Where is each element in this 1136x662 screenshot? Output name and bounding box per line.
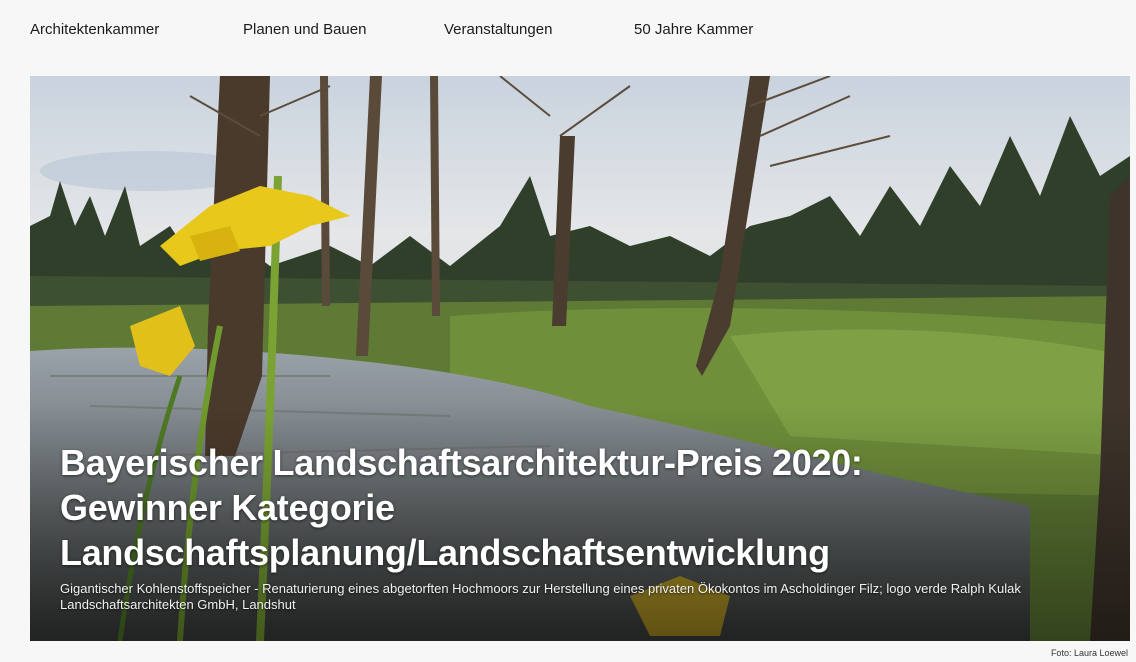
hero-text-block: Bayerischer Landschaftsarchitektur-Preis… <box>60 440 1120 613</box>
page: Architektenkammer Planen und Bauen Veran… <box>0 0 1136 662</box>
top-navigation: Architektenkammer Planen und Bauen Veran… <box>0 0 1136 62</box>
photo-credit: Foto: Laura Loewel <box>1050 648 1128 658</box>
hero-banner[interactable]: Bayerischer Landschaftsarchitektur-Preis… <box>30 76 1130 641</box>
nav-item-50-jahre-kammer[interactable]: 50 Jahre Kammer <box>634 21 753 38</box>
nav-item-veranstaltungen[interactable]: Veranstaltungen <box>444 21 552 38</box>
nav-item-architektenkammer[interactable]: Architektenkammer <box>30 21 159 38</box>
hero-title-line-2: Gewinner Kategorie <box>60 487 395 528</box>
nav-item-planen-und-bauen[interactable]: Planen und Bauen <box>243 21 366 38</box>
hero-title[interactable]: Bayerischer Landschaftsarchitektur-Preis… <box>60 440 1120 575</box>
hero-title-line-1: Bayerischer Landschaftsarchitektur-Preis… <box>60 442 863 483</box>
hero-title-line-3: Landschaftsplanung/Landschaftsentwicklun… <box>60 532 830 573</box>
hero-caption: Gigantischer Kohlenstoffspeicher - Renat… <box>60 581 1021 612</box>
